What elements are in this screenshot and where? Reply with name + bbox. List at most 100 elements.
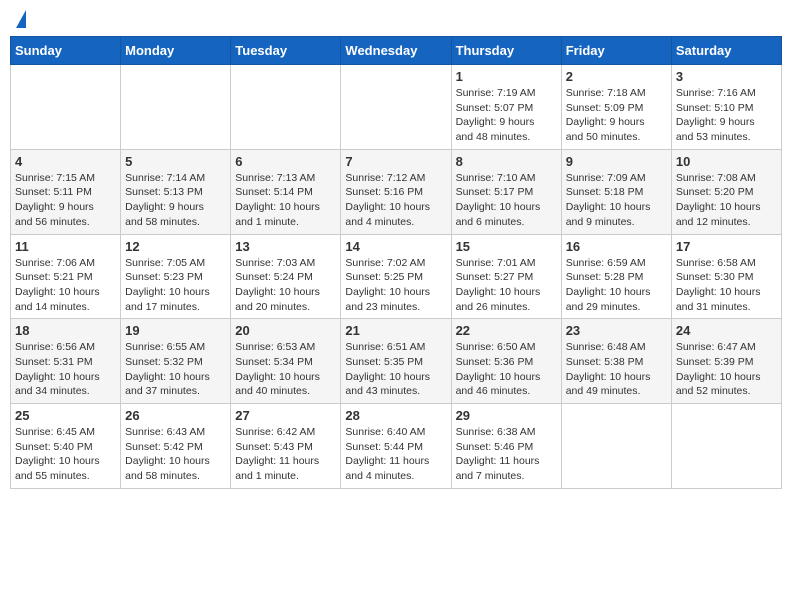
day-number: 18: [15, 323, 116, 338]
day-number: 1: [456, 69, 557, 84]
day-info: Sunrise: 6:43 AM Sunset: 5:42 PM Dayligh…: [125, 425, 226, 484]
calendar-cell: 14 Sunrise: 7:02 AM Sunset: 5:25 PM Dayli…: [341, 234, 451, 319]
day-info: Sunrise: 6:56 AM Sunset: 5:31 PM Dayligh…: [15, 340, 116, 399]
calendar-cell: [561, 404, 671, 489]
calendar-cell: 18 Sunrise: 6:56 AM Sunset: 5:31 PM Dayli…: [11, 319, 121, 404]
day-number: 11: [15, 239, 116, 254]
calendar-cell: 9 Sunrise: 7:09 AM Sunset: 5:18 PM Daylig…: [561, 149, 671, 234]
day-info: Sunrise: 7:09 AM Sunset: 5:18 PM Dayligh…: [566, 171, 667, 230]
day-of-week-header: Tuesday: [231, 37, 341, 65]
day-info: Sunrise: 7:19 AM Sunset: 5:07 PM Dayligh…: [456, 86, 557, 145]
calendar-cell: 21 Sunrise: 6:51 AM Sunset: 5:35 PM Dayli…: [341, 319, 451, 404]
day-info: Sunrise: 6:47 AM Sunset: 5:39 PM Dayligh…: [676, 340, 777, 399]
day-number: 7: [345, 154, 446, 169]
calendar-cell: 4 Sunrise: 7:15 AM Sunset: 5:11 PM Daylig…: [11, 149, 121, 234]
day-info: Sunrise: 6:40 AM Sunset: 5:44 PM Dayligh…: [345, 425, 446, 484]
calendar-cell: 5 Sunrise: 7:14 AM Sunset: 5:13 PM Daylig…: [121, 149, 231, 234]
day-of-week-header: Friday: [561, 37, 671, 65]
day-number: 13: [235, 239, 336, 254]
day-number: 6: [235, 154, 336, 169]
day-info: Sunrise: 6:59 AM Sunset: 5:28 PM Dayligh…: [566, 256, 667, 315]
calendar-cell: 23Sunrise: 6:48 AM Sunset: 5:38 PM Dayli…: [561, 319, 671, 404]
day-info: Sunrise: 6:42 AM Sunset: 5:43 PM Dayligh…: [235, 425, 336, 484]
calendar-cell: 7 Sunrise: 7:12 AM Sunset: 5:16 PM Daylig…: [341, 149, 451, 234]
day-number: 5: [125, 154, 226, 169]
day-info: Sunrise: 7:12 AM Sunset: 5:16 PM Dayligh…: [345, 171, 446, 230]
day-number: 8: [456, 154, 557, 169]
calendar-cell: 27 Sunrise: 6:42 AM Sunset: 5:43 PM Dayli…: [231, 404, 341, 489]
day-number: 19: [125, 323, 226, 338]
calendar-cell: 25 Sunrise: 6:45 AM Sunset: 5:40 PM Dayli…: [11, 404, 121, 489]
day-number: 3: [676, 69, 777, 84]
calendar-cell: 6 Sunrise: 7:13 AM Sunset: 5:14 PM Daylig…: [231, 149, 341, 234]
calendar-cell: [341, 65, 451, 150]
logo: [14, 10, 26, 28]
day-info: Sunrise: 7:13 AM Sunset: 5:14 PM Dayligh…: [235, 171, 336, 230]
calendar-cell: [121, 65, 231, 150]
day-info: Sunrise: 7:03 AM Sunset: 5:24 PM Dayligh…: [235, 256, 336, 315]
calendar-week-row: 1 Sunrise: 7:19 AM Sunset: 5:07 PM Daylig…: [11, 65, 782, 150]
calendar-cell: 29 Sunrise: 6:38 AM Sunset: 5:46 PM Dayli…: [451, 404, 561, 489]
calendar-cell: [671, 404, 781, 489]
day-number: 26: [125, 408, 226, 423]
calendar-cell: 19 Sunrise: 6:55 AM Sunset: 5:32 PM Dayli…: [121, 319, 231, 404]
day-number: 15: [456, 239, 557, 254]
day-number: 14: [345, 239, 446, 254]
calendar-week-row: 18 Sunrise: 6:56 AM Sunset: 5:31 PM Dayli…: [11, 319, 782, 404]
calendar-cell: 24 Sunrise: 6:47 AM Sunset: 5:39 PM Dayli…: [671, 319, 781, 404]
day-number: 25: [15, 408, 116, 423]
day-number: 4: [15, 154, 116, 169]
calendar-cell: 22 Sunrise: 6:50 AM Sunset: 5:36 PM Dayli…: [451, 319, 561, 404]
day-info: Sunrise: 7:14 AM Sunset: 5:13 PM Dayligh…: [125, 171, 226, 230]
day-of-week-header: Saturday: [671, 37, 781, 65]
calendar-cell: 28 Sunrise: 6:40 AM Sunset: 5:44 PM Dayli…: [341, 404, 451, 489]
day-info: Sunrise: 7:10 AM Sunset: 5:17 PM Dayligh…: [456, 171, 557, 230]
day-info: Sunrise: 7:02 AM Sunset: 5:25 PM Dayligh…: [345, 256, 446, 315]
calendar-cell: 2 Sunrise: 7:18 AM Sunset: 5:09 PM Daylig…: [561, 65, 671, 150]
day-info: Sunrise: 7:05 AM Sunset: 5:23 PM Dayligh…: [125, 256, 226, 315]
day-number: 24: [676, 323, 777, 338]
day-info: Sunrise: 6:45 AM Sunset: 5:40 PM Dayligh…: [15, 425, 116, 484]
day-number: 10: [676, 154, 777, 169]
day-info: Sunrise: 6:51 AM Sunset: 5:35 PM Dayligh…: [345, 340, 446, 399]
calendar-cell: 17Sunrise: 6:58 AM Sunset: 5:30 PM Dayli…: [671, 234, 781, 319]
day-info: Sunrise: 6:55 AM Sunset: 5:32 PM Dayligh…: [125, 340, 226, 399]
calendar-cell: [11, 65, 121, 150]
calendar-cell: 8 Sunrise: 7:10 AM Sunset: 5:17 PM Daylig…: [451, 149, 561, 234]
calendar-week-row: 4 Sunrise: 7:15 AM Sunset: 5:11 PM Daylig…: [11, 149, 782, 234]
day-number: 2: [566, 69, 667, 84]
calendar-week-row: 11 Sunrise: 7:06 AM Sunset: 5:21 PM Dayli…: [11, 234, 782, 319]
day-of-week-header: Wednesday: [341, 37, 451, 65]
day-info: Sunrise: 7:01 AM Sunset: 5:27 PM Dayligh…: [456, 256, 557, 315]
day-number: 22: [456, 323, 557, 338]
day-info: Sunrise: 6:48 AM Sunset: 5:38 PM Dayligh…: [566, 340, 667, 399]
day-number: 9: [566, 154, 667, 169]
day-info: Sunrise: 7:15 AM Sunset: 5:11 PM Dayligh…: [15, 171, 116, 230]
day-number: 17: [676, 239, 777, 254]
day-info: Sunrise: 6:50 AM Sunset: 5:36 PM Dayligh…: [456, 340, 557, 399]
day-info: Sunrise: 7:18 AM Sunset: 5:09 PM Dayligh…: [566, 86, 667, 145]
day-info: Sunrise: 7:08 AM Sunset: 5:20 PM Dayligh…: [676, 171, 777, 230]
calendar-cell: 1 Sunrise: 7:19 AM Sunset: 5:07 PM Daylig…: [451, 65, 561, 150]
day-info: Sunrise: 6:38 AM Sunset: 5:46 PM Dayligh…: [456, 425, 557, 484]
calendar-cell: 26 Sunrise: 6:43 AM Sunset: 5:42 PM Dayli…: [121, 404, 231, 489]
calendar-cell: 15 Sunrise: 7:01 AM Sunset: 5:27 PM Dayli…: [451, 234, 561, 319]
day-number: 21: [345, 323, 446, 338]
day-of-week-header: Sunday: [11, 37, 121, 65]
day-number: 28: [345, 408, 446, 423]
day-of-week-header: Thursday: [451, 37, 561, 65]
calendar-week-row: 25 Sunrise: 6:45 AM Sunset: 5:40 PM Dayli…: [11, 404, 782, 489]
day-number: 27: [235, 408, 336, 423]
calendar-cell: 3 Sunrise: 7:16 AM Sunset: 5:10 PM Daylig…: [671, 65, 781, 150]
day-info: Sunrise: 6:53 AM Sunset: 5:34 PM Dayligh…: [235, 340, 336, 399]
calendar-cell: 20 Sunrise: 6:53 AM Sunset: 5:34 PM Dayli…: [231, 319, 341, 404]
day-number: 12: [125, 239, 226, 254]
day-info: Sunrise: 7:16 AM Sunset: 5:10 PM Dayligh…: [676, 86, 777, 145]
day-number: 20: [235, 323, 336, 338]
calendar-cell: 16Sunrise: 6:59 AM Sunset: 5:28 PM Dayli…: [561, 234, 671, 319]
day-number: 29: [456, 408, 557, 423]
calendar-cell: [231, 65, 341, 150]
calendar-cell: 13 Sunrise: 7:03 AM Sunset: 5:24 PM Dayli…: [231, 234, 341, 319]
logo-arrow-icon: [16, 10, 26, 28]
day-info: Sunrise: 7:06 AM Sunset: 5:21 PM Dayligh…: [15, 256, 116, 315]
